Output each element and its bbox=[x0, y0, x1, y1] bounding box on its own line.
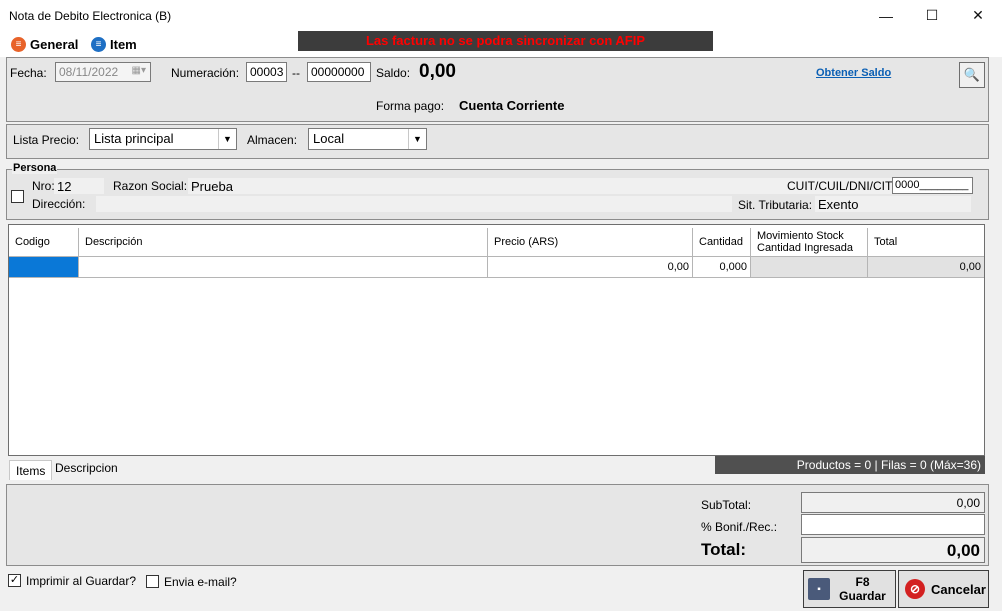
column-header-total[interactable]: Total bbox=[868, 228, 984, 257]
column-header-cantidad[interactable]: Cantidad bbox=[693, 228, 751, 257]
persona-group-label: Persona bbox=[12, 162, 58, 174]
almacen-select[interactable]: Local ▼ bbox=[308, 128, 427, 150]
nro-field[interactable]: 12 bbox=[54, 178, 104, 194]
column-header-descripcion[interactable]: Descripción bbox=[79, 228, 488, 257]
chevron-down-icon: ▼ bbox=[408, 129, 426, 149]
nro-label: Nro: bbox=[32, 179, 55, 193]
fecha-date-picker[interactable]: 08/11/2022 ▦▾ bbox=[55, 62, 151, 82]
total-label: Total: bbox=[701, 540, 747, 559]
cell-precio[interactable]: 0,00 bbox=[488, 257, 693, 278]
minimize-button[interactable]: — bbox=[863, 0, 909, 31]
almacen-value: Local bbox=[313, 131, 345, 146]
sit-tributaria-label: Sit. Tributaria: bbox=[738, 198, 813, 212]
saldo-label: Saldo: bbox=[376, 66, 411, 80]
cell-total: 0,00 bbox=[868, 257, 984, 278]
forma-pago-label: Forma pago: bbox=[376, 99, 445, 113]
email-checkbox[interactable] bbox=[146, 575, 159, 588]
menu-general-label: General bbox=[30, 36, 79, 52]
column-header-codigo[interactable]: Codigo bbox=[9, 228, 79, 257]
menu-item[interactable]: ≡ Item bbox=[91, 35, 137, 53]
fecha-value: 08/11/2022 bbox=[59, 65, 119, 79]
lista-precio-label: Lista Precio: bbox=[13, 133, 80, 147]
saldo-value: 0,00 bbox=[419, 61, 456, 82]
cuit-label: CUIT/CUIL/DNI/CIT: bbox=[785, 179, 897, 193]
column-header-precio[interactable]: Precio (ARS) bbox=[488, 228, 693, 257]
menu-item-label: Item bbox=[110, 36, 137, 52]
imprimir-checkbox[interactable]: ✓ bbox=[8, 574, 21, 587]
cuit-input[interactable]: 0000________ bbox=[892, 177, 973, 194]
cancel-circle-icon: ⊘ bbox=[905, 579, 925, 599]
subtotal-label: SubTotal: bbox=[701, 498, 752, 512]
cell-codigo[interactable] bbox=[9, 257, 79, 278]
cancelar-label: Cancelar bbox=[931, 581, 986, 597]
chevron-down-icon: ▼ bbox=[218, 129, 236, 149]
status-bar: Productos = 0 | Filas = 0 (Máx=36) bbox=[715, 456, 985, 474]
lista-precio-select[interactable]: Lista principal ▼ bbox=[89, 128, 237, 150]
person-lookup-icon: 🔍 bbox=[963, 67, 981, 82]
imprimir-label: Imprimir al Guardar? bbox=[26, 574, 137, 588]
items-grid[interactable]: Codigo Descripción Precio (ARS) Cantidad… bbox=[8, 224, 985, 456]
direccion-label: Dirección: bbox=[32, 197, 86, 211]
person-lookup-button[interactable]: 🔍 bbox=[959, 62, 985, 88]
numeracion-label: Numeración: bbox=[171, 66, 240, 80]
cell-cantidad[interactable]: 0,000 bbox=[693, 257, 751, 278]
razon-social-label: Razon Social: bbox=[113, 179, 188, 193]
column-header-movimiento-label: Movimiento Stock bbox=[757, 230, 844, 242]
guardar-label: Guardar bbox=[839, 589, 886, 603]
bonif-input[interactable] bbox=[801, 514, 985, 535]
almacen-label: Almacen: bbox=[247, 133, 298, 147]
column-header-movimiento[interactable]: Movimiento Stock Cantidad Ingresada bbox=[751, 228, 868, 257]
floppy-disk-icon: ▪ bbox=[808, 578, 830, 600]
close-button[interactable]: ✕ bbox=[955, 0, 1001, 31]
list-circle-icon: ≡ bbox=[11, 36, 26, 52]
list-circle-icon: ≡ bbox=[91, 36, 106, 52]
cancelar-button[interactable]: ⊘ Cancelar bbox=[898, 570, 989, 608]
lista-precio-value: Lista principal bbox=[94, 131, 174, 146]
numeracion-separator: -- bbox=[292, 66, 300, 80]
afip-warning-banner: Las factura no se podra sincronizar con … bbox=[298, 31, 713, 51]
cell-descripcion[interactable] bbox=[79, 257, 488, 278]
forma-pago-value: Cuenta Corriente bbox=[459, 98, 565, 113]
tab-items[interactable]: Items bbox=[9, 460, 53, 480]
column-header-cantidad-ingresada-label: Cantidad Ingresada bbox=[757, 242, 854, 254]
persona-panel bbox=[6, 169, 989, 220]
subtotal-field: 0,00 bbox=[801, 492, 985, 513]
fecha-label: Fecha: bbox=[10, 66, 47, 80]
numeracion-number-input[interactable]: 00000000 bbox=[307, 62, 371, 82]
guardar-key-label: F8 bbox=[855, 575, 870, 589]
tab-descripcion[interactable]: Descripcion bbox=[49, 458, 124, 477]
window-title: Nota de Debito Electronica (B) bbox=[9, 9, 172, 23]
direccion-field[interactable] bbox=[96, 196, 732, 212]
cell-movimiento bbox=[751, 257, 868, 278]
menu-general[interactable]: ≡ General bbox=[11, 35, 78, 53]
persona-checkbox[interactable] bbox=[11, 190, 24, 203]
guardar-button[interactable]: ▪ F8 Guardar bbox=[803, 570, 896, 608]
bonif-label: % Bonif./Rec.: bbox=[701, 520, 778, 534]
total-field: 0,00 bbox=[801, 537, 985, 563]
obtener-saldo-link[interactable]: Obtener Saldo bbox=[816, 67, 891, 79]
email-label: Envia e-mail? bbox=[164, 575, 237, 589]
maximize-button[interactable]: ☐ bbox=[909, 0, 955, 31]
calendar-icon: ▦▾ bbox=[131, 65, 146, 76]
numeracion-prefix-input[interactable]: 00003 bbox=[246, 62, 287, 82]
sit-tributaria-field[interactable]: Exento bbox=[815, 196, 971, 212]
